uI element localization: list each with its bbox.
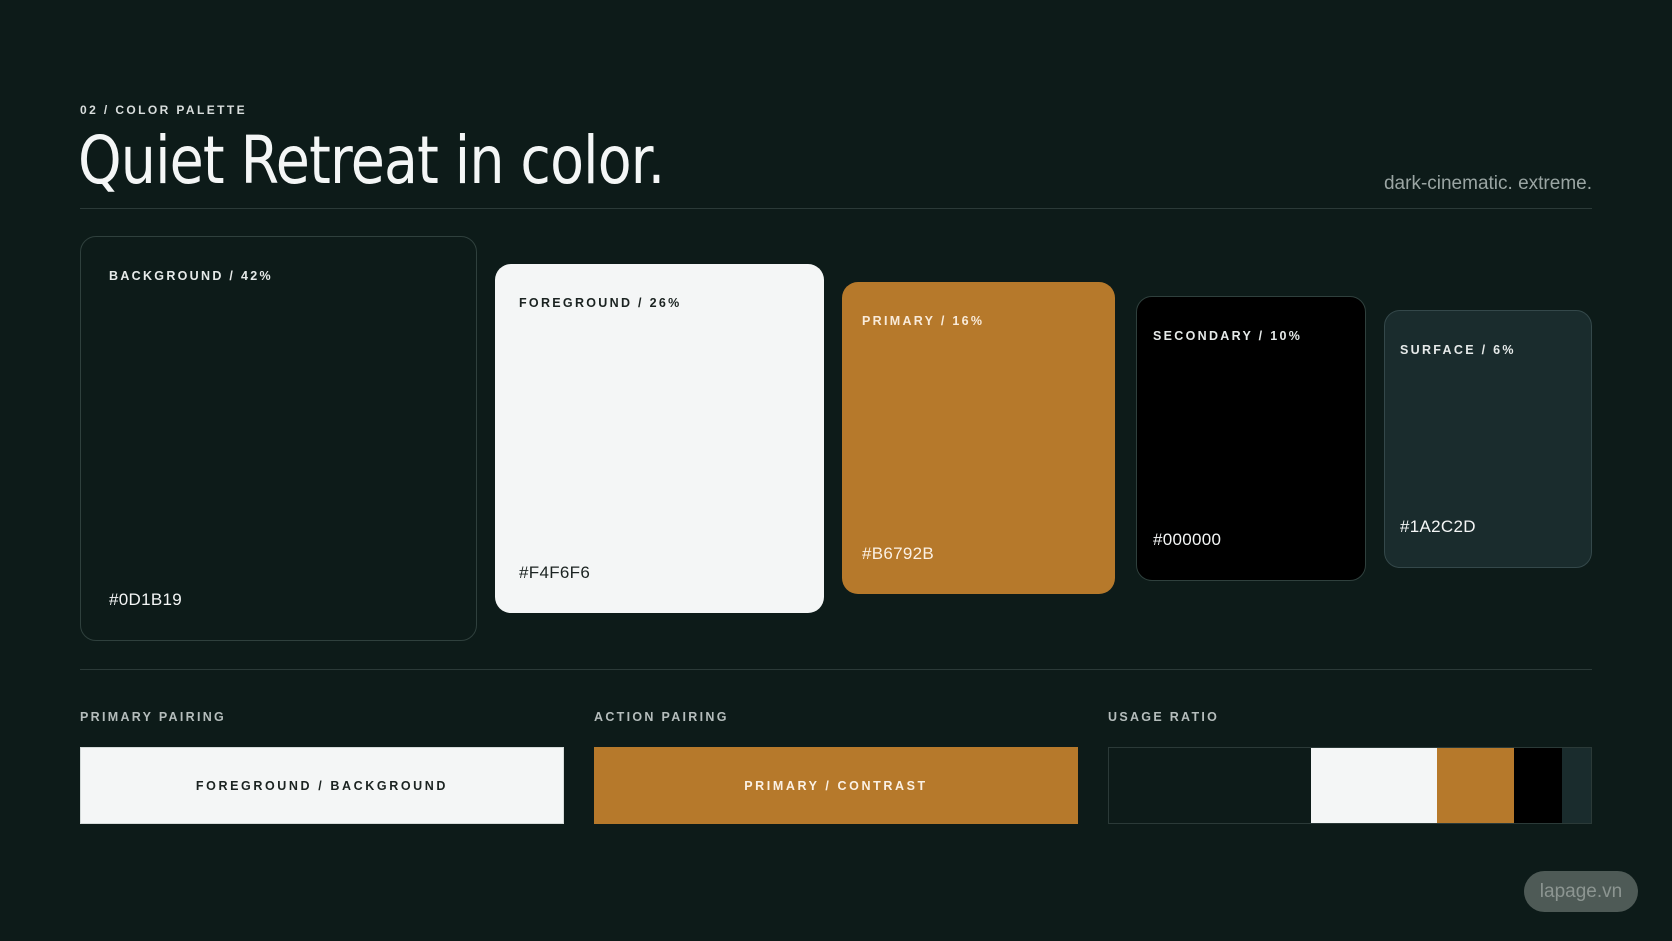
swatch-hex: #1A2C2D <box>1400 517 1476 536</box>
watermark-badge: lapage.vn <box>1524 871 1638 912</box>
swatch-label: PRIMARY / 16% <box>862 314 985 328</box>
swatch-hex: #B6792B <box>862 544 935 563</box>
usage-ratio-bar <box>1108 747 1592 824</box>
usage-ratio-segment <box>1109 748 1312 823</box>
usage-ratio-label: USAGE RATIO <box>1108 710 1220 724</box>
swatch-hex: #F4F6F6 <box>519 563 591 582</box>
swatch-hex: #0D1B19 <box>109 590 182 609</box>
primary-pairing-label: PRIMARY PAIRING <box>80 710 227 724</box>
swatch-label: BACKGROUND / 42% <box>109 269 273 283</box>
swatch-label: FOREGROUND / 26% <box>519 296 682 310</box>
section-eyebrow: 02 / COLOR PALETTE <box>80 103 247 117</box>
primary-pairing-swatch: FOREGROUND / BACKGROUND <box>80 747 564 824</box>
usage-ratio-segment <box>1513 748 1563 823</box>
action-pairing-label: ACTION PAIRING <box>594 710 729 724</box>
usage-ratio-segment <box>1311 748 1437 823</box>
swatch-hex: #000000 <box>1153 530 1222 549</box>
action-pairing-swatch: PRIMARY / CONTRAST <box>594 747 1078 824</box>
swatch-label: SURFACE / 6% <box>1400 343 1516 357</box>
page-subtitle: dark-cinematic. extreme. <box>1383 173 1592 194</box>
page-title: Quiet Retreat in color. <box>78 122 665 199</box>
swatch-label: SECONDARY / 10% <box>1153 329 1303 343</box>
swatch-card-surface: SURFACE / 6% #1A2C2D <box>1384 310 1592 568</box>
usage-ratio-segment <box>1436 748 1514 823</box>
usage-ratio-segment <box>1562 748 1591 823</box>
swatch-card-background: BACKGROUND / 42% #0D1B19 <box>80 236 477 641</box>
swatch-card-primary: PRIMARY / 16% #B6792B <box>842 282 1115 594</box>
swatch-card-foreground: FOREGROUND / 26% #F4F6F6 <box>495 264 824 613</box>
swatch-card-secondary: SECONDARY / 10% #000000 <box>1136 296 1366 581</box>
header-divider <box>80 208 1592 209</box>
section-divider <box>80 669 1592 670</box>
